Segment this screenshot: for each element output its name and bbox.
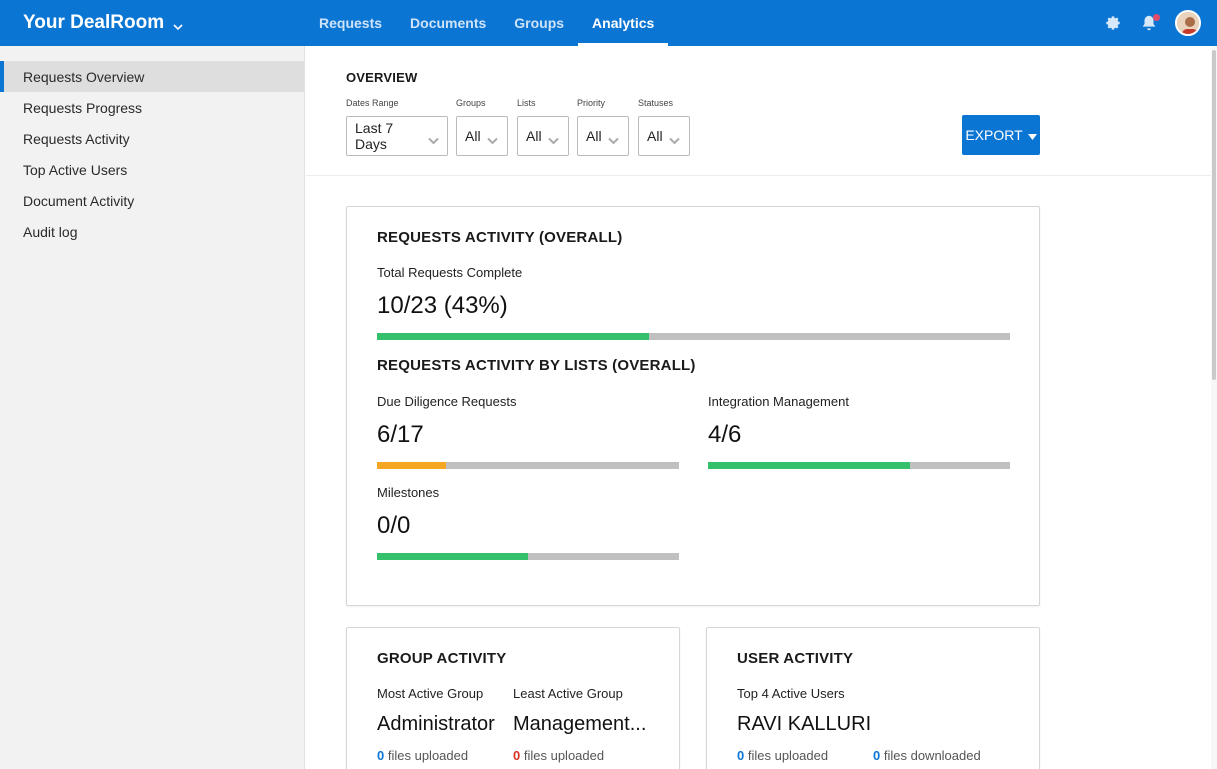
user-avatar[interactable] <box>1175 10 1201 36</box>
select-value: Last 7 Days <box>355 120 394 152</box>
list-name-integration: Integration Management <box>708 394 849 409</box>
stat-label: files uploaded <box>747 748 829 763</box>
statuses-select[interactable]: All <box>638 116 690 156</box>
least-group-files-uploaded: 0 files uploaded <box>513 748 604 763</box>
filters-bar: OVERVIEW Dates Range Last 7 Days Groups … <box>306 46 1211 176</box>
user-activity-card: USER ACTIVITY Top 4 Active Users RAVI KA… <box>706 627 1040 769</box>
filter-label: Groups <box>456 98 486 108</box>
lists-select[interactable]: All <box>517 116 569 156</box>
scrollbar-thumb[interactable] <box>1212 50 1216 380</box>
dates-range-select[interactable]: Last 7 Days <box>346 116 448 156</box>
brand-name: Your DealRoom <box>23 12 165 33</box>
vertical-scrollbar[interactable] <box>1211 46 1217 769</box>
filter-label: Lists <box>517 98 536 108</box>
main-nav: Requests Documents Groups Analytics <box>305 0 669 46</box>
stat-number: 0 <box>377 748 385 763</box>
select-value: All <box>586 128 602 144</box>
chevron-down-icon <box>486 132 498 145</box>
filter-priority: Priority All <box>577 98 629 156</box>
filter-statuses: Statuses All <box>638 98 690 156</box>
select-value: All <box>647 128 663 144</box>
stat-number: 0 <box>737 748 745 763</box>
gear-icon[interactable] <box>1103 13 1123 33</box>
chevron-down-icon <box>428 132 439 145</box>
top-user-name: RAVI KALLURI <box>737 713 872 735</box>
stat-label: files uploaded <box>523 748 605 763</box>
progress-fill <box>377 553 528 560</box>
export-button[interactable]: EXPORT <box>962 115 1040 155</box>
total-requests-progress-bar <box>377 333 1010 340</box>
filter-groups: Groups All <box>456 98 508 156</box>
progress-fill <box>377 333 650 340</box>
sidebar-item-requests-overview[interactable]: Requests Overview <box>0 61 304 92</box>
top-active-users-label: Top 4 Active Users <box>737 686 845 701</box>
least-active-group-value: Management... <box>513 713 647 735</box>
total-requests-value: 10/23 (43%) <box>377 292 508 319</box>
stat-number: 0 <box>873 748 881 763</box>
priority-select[interactable]: All <box>577 116 629 156</box>
main-content: OVERVIEW Dates Range Last 7 Days Groups … <box>306 46 1211 769</box>
due-diligence-progress-bar <box>377 462 679 469</box>
top-icons <box>1103 0 1201 46</box>
nav-tab-documents[interactable]: Documents <box>396 0 500 46</box>
chevron-down-icon <box>668 132 680 145</box>
group-activity-card: GROUP ACTIVITY Most Active Group Least A… <box>346 627 680 769</box>
list-name-milestones: Milestones <box>377 485 440 500</box>
nav-tab-requests[interactable]: Requests <box>305 0 396 46</box>
sidebar-item-audit-log[interactable]: Audit log <box>0 216 304 247</box>
export-label: EXPORT <box>965 127 1023 143</box>
filter-lists: Lists All <box>517 98 569 156</box>
filter-label: Statuses <box>638 98 674 108</box>
most-active-group-label: Most Active Group <box>377 686 484 701</box>
sidebar-item-requests-progress[interactable]: Requests Progress <box>0 92 304 123</box>
filter-dates-range: Dates Range Last 7 Days <box>346 98 448 156</box>
integration-progress-bar <box>708 462 1010 469</box>
chevron-down-icon <box>547 132 559 145</box>
user-files-uploaded: 0 files uploaded <box>737 748 828 763</box>
least-active-group-label: Least Active Group <box>513 686 623 701</box>
milestones-progress-bar <box>377 553 679 560</box>
overview-title: OVERVIEW <box>346 70 418 85</box>
caret-down-icon <box>1027 127 1037 143</box>
sidebar-item-top-active-users[interactable]: Top Active Users <box>0 154 304 185</box>
sidebar: Requests Overview Requests Progress Requ… <box>0 46 305 769</box>
progress-fill <box>377 462 447 469</box>
notification-dot <box>1153 14 1160 21</box>
progress-fill <box>708 462 911 469</box>
brand-dropdown[interactable]: Your DealRoom <box>23 0 184 46</box>
nav-tab-analytics[interactable]: Analytics <box>578 0 669 46</box>
total-requests-label: Total Requests Complete <box>377 265 523 280</box>
chevron-down-icon <box>607 132 619 145</box>
bell-icon[interactable] <box>1139 13 1160 33</box>
stat-label: files uploaded <box>387 748 469 763</box>
most-active-group-value: Administrator <box>377 713 495 735</box>
filter-label: Priority <box>577 98 606 108</box>
sidebar-item-document-activity[interactable]: Document Activity <box>0 185 304 216</box>
filter-label: Dates Range <box>346 98 399 108</box>
group-activity-title: GROUP ACTIVITY <box>377 650 507 667</box>
requests-activity-card: REQUESTS ACTIVITY (OVERALL) Total Reques… <box>346 206 1040 606</box>
list-name-due-diligence: Due Diligence Requests <box>377 394 517 409</box>
most-group-files-uploaded: 0 files uploaded <box>377 748 468 763</box>
list-value-milestones: 0/0 <box>377 512 411 539</box>
user-files-downloaded: 0 files downloaded <box>873 748 981 763</box>
sidebar-item-requests-activity[interactable]: Requests Activity <box>0 123 304 154</box>
top-navigation-bar: Your DealRoom Requests Documents Groups … <box>0 0 1217 46</box>
groups-select[interactable]: All <box>456 116 508 156</box>
select-value: All <box>465 128 481 144</box>
user-activity-title: USER ACTIVITY <box>737 650 854 667</box>
list-value-due-diligence: 6/17 <box>377 421 424 448</box>
stat-number: 0 <box>513 748 521 763</box>
requests-activity-title: REQUESTS ACTIVITY (OVERALL) <box>377 229 623 246</box>
stat-label: files downloaded <box>883 748 981 763</box>
list-value-integration: 4/6 <box>708 421 742 448</box>
by-lists-title: REQUESTS ACTIVITY BY LISTS (OVERALL) <box>377 357 696 374</box>
select-value: All <box>526 128 542 144</box>
chevron-down-icon <box>172 17 184 31</box>
nav-tab-groups[interactable]: Groups <box>500 0 578 46</box>
